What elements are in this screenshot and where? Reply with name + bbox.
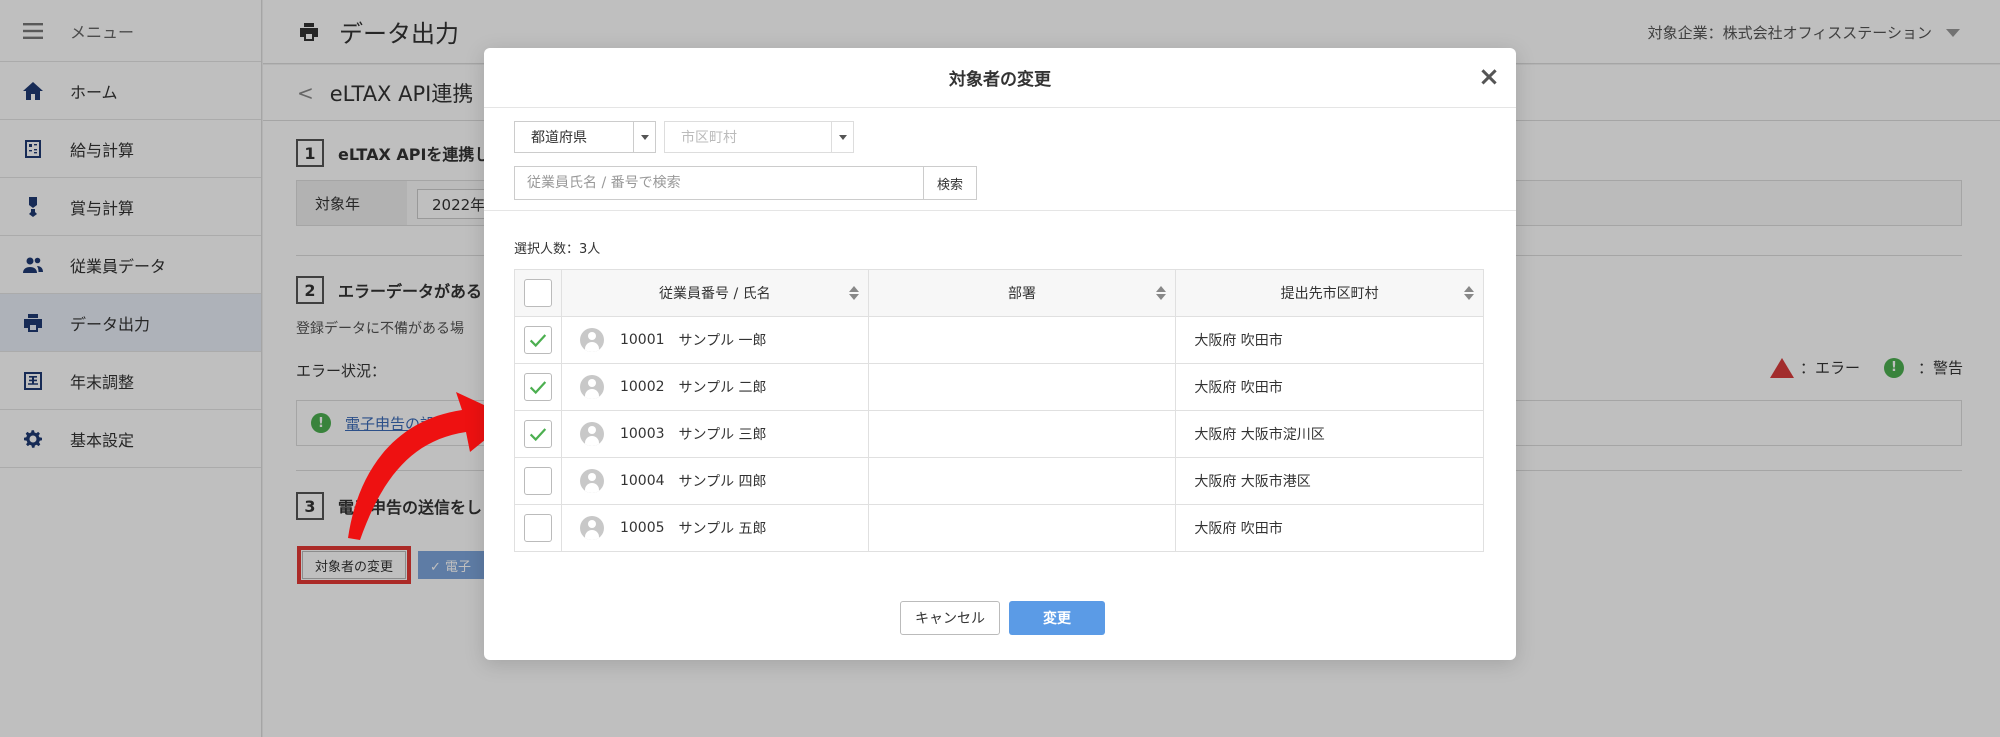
employee-search-input[interactable] [514,166,924,200]
employee-number: 10003 [619,426,665,442]
row-checkbox[interactable] [523,326,552,354]
divider [484,210,1516,211]
row-checkbox[interactable] [523,373,552,401]
employee-number: 10002 [619,379,665,395]
selected-count: 選択人数：3人 [514,242,601,257]
chevron-down-icon [831,122,853,152]
modal-header: 対象者の変更 × [484,48,1516,108]
avatar-icon [579,469,604,493]
city-cell: 大阪府 大阪市港区 [1175,457,1484,505]
row-checkbox[interactable] [523,467,552,495]
employee-name: サンプル 二郎 [678,380,767,396]
column-header-label: 従業員番号 / 氏名 [659,286,771,302]
employee-cell: 10001 サンプル 一郎 [560,316,869,364]
row-check-cell [514,363,562,411]
row-checkbox[interactable] [523,420,552,448]
prefecture-select[interactable]: 都道府県 [514,121,656,153]
avatar-icon [579,328,604,352]
select-all-checkbox[interactable] [523,279,552,307]
department-cell [867,316,1177,364]
modal-title: 対象者の変更 [949,70,1051,90]
select-all-cell [514,269,562,317]
column-header-label: 提出先市区町村 [1280,286,1379,302]
department-cell [867,410,1177,458]
search-button[interactable]: 検索 [923,166,977,200]
employee-name: サンプル 五郎 [678,521,767,537]
table-row[interactable]: 10001 サンプル 一郎 大阪府 吹田市 [514,316,1484,364]
check-icon [529,381,547,395]
city-cell: 大阪府 吹田市 [1175,316,1484,364]
change-target-modal: 対象者の変更 × 都道府県 市区町村 検索 選択人数：3人 従業員番号 / 氏名… [484,48,1516,660]
table-row[interactable]: 10002 サンプル 二郎 大阪府 吹田市 [514,363,1484,411]
row-check-cell [514,457,562,505]
employee-name: サンプル 三郎 [678,427,767,443]
employee-number: 10005 [619,520,665,536]
city-cell: 大阪府 吹田市 [1175,363,1484,411]
avatar-icon [579,375,604,399]
department-cell [867,504,1177,552]
employee-cell: 10003 サンプル 三郎 [560,410,869,458]
row-check-cell [514,504,562,552]
cancel-button[interactable]: キャンセル [900,601,1000,635]
table-row[interactable]: 10005 サンプル 五郎 大阪府 吹田市 [514,504,1484,552]
close-icon[interactable]: × [1476,62,1502,92]
row-check-cell [514,410,562,458]
city-select-value: 市区町村 [681,130,737,146]
department-cell [867,457,1177,505]
table-row[interactable]: 10004 サンプル 四郎 大阪府 大阪市港区 [514,457,1484,505]
employee-cell: 10002 サンプル 二郎 [560,363,869,411]
row-checkbox[interactable] [523,514,552,542]
column-header-department[interactable]: 部署 [867,269,1177,317]
sort-icon[interactable] [1463,284,1475,304]
table-row[interactable]: 10003 サンプル 三郎 大阪府 大阪市淀川区 [514,410,1484,458]
column-header-city[interactable]: 提出先市区町村 [1175,269,1484,317]
avatar-icon [579,516,604,540]
sort-icon[interactable] [848,284,860,304]
city-cell: 大阪府 大阪市淀川区 [1175,410,1484,458]
employee-table: 従業員番号 / 氏名 部署 提出先市区町村 10001 サンプル 一郎 大阪府 吹田… [514,269,1484,552]
column-header-label: 部署 [1008,286,1037,302]
check-icon [529,334,547,348]
chevron-down-icon [633,122,655,152]
column-header-employee[interactable]: 従業員番号 / 氏名 [560,269,869,317]
city-cell: 大阪府 吹田市 [1175,504,1484,552]
table-header-row: 従業員番号 / 氏名 部署 提出先市区町村 [514,269,1484,317]
avatar-icon [579,422,604,446]
check-icon [529,428,547,442]
sort-icon[interactable] [1155,284,1167,304]
prefecture-select-value: 都道府県 [531,130,587,146]
department-cell [867,363,1177,411]
employee-number: 10004 [619,473,665,489]
row-check-cell [514,316,562,364]
employee-name: サンプル 四郎 [678,474,767,490]
employee-cell: 10005 サンプル 五郎 [560,504,869,552]
employee-number: 10001 [619,332,665,348]
change-button[interactable]: 変更 [1009,601,1105,635]
city-select: 市区町村 [664,121,854,153]
employee-name: サンプル 一郎 [678,333,767,349]
employee-cell: 10004 サンプル 四郎 [560,457,869,505]
